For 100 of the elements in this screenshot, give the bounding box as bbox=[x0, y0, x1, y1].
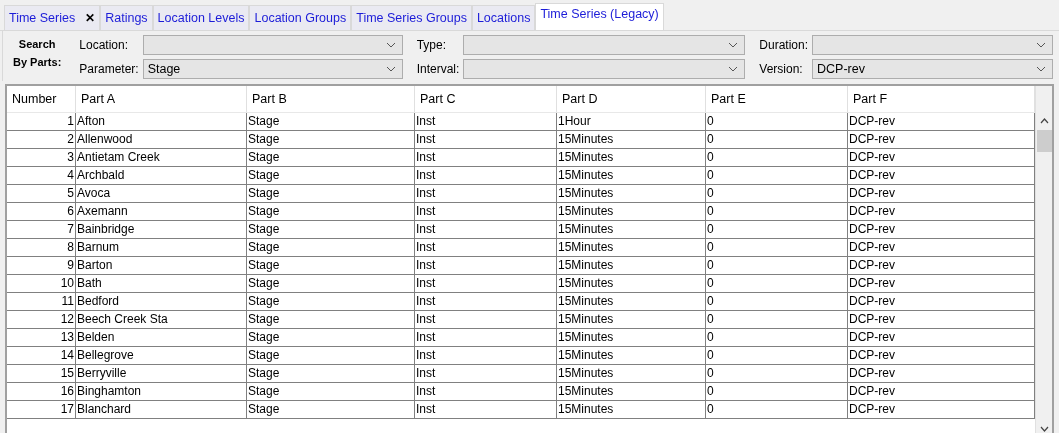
table-cell: 2 bbox=[7, 131, 76, 148]
table-cell: Stage bbox=[247, 131, 415, 148]
table-cell: Archbald bbox=[76, 167, 247, 184]
table-cell: Inst bbox=[415, 365, 557, 382]
column-header[interactable]: Part D bbox=[557, 86, 706, 112]
table-cell: Inst bbox=[415, 311, 557, 328]
chevron-down-icon bbox=[1036, 42, 1046, 49]
table-cell: Stage bbox=[247, 257, 415, 274]
dropdown-field[interactable] bbox=[463, 58, 746, 79]
tab[interactable]: Location Levels bbox=[152, 5, 250, 30]
table-cell: 15Minutes bbox=[557, 365, 706, 382]
field-label: Version: bbox=[758, 61, 804, 76]
table-cell: Stage bbox=[247, 401, 415, 418]
table-cell: Inst bbox=[415, 401, 557, 418]
dropdown-value: DCP-rev bbox=[817, 61, 865, 76]
dropdown-field[interactable] bbox=[812, 35, 1053, 56]
table-cell: 7 bbox=[7, 221, 76, 238]
table-cell: Inst bbox=[415, 293, 557, 310]
table-cell: 14 bbox=[7, 347, 76, 364]
dropdown-field[interactable]: Stage bbox=[142, 58, 403, 79]
chevron-down-icon bbox=[385, 42, 396, 49]
table-cell: 0 bbox=[706, 113, 848, 130]
table-cell: 17 bbox=[7, 401, 76, 418]
column-header[interactable]: Part B bbox=[247, 86, 415, 112]
table-cell: 0 bbox=[706, 149, 848, 166]
table-cell: Inst bbox=[415, 329, 557, 346]
tab[interactable]: Time Series ✕ bbox=[4, 5, 101, 30]
chevron-down-icon bbox=[1036, 65, 1046, 72]
field-label: Type: bbox=[415, 38, 447, 53]
scroll-up-icon[interactable] bbox=[1039, 118, 1049, 124]
table-cell: Avoca bbox=[76, 185, 247, 202]
table-cell: 3 bbox=[7, 149, 76, 166]
table-cell: Inst bbox=[415, 203, 557, 220]
table-cell: 13 bbox=[7, 329, 76, 346]
scrollbar[interactable] bbox=[1035, 86, 1052, 433]
table-cell: 0 bbox=[706, 275, 848, 292]
table-cell: 0 bbox=[706, 293, 848, 310]
tab[interactable]: Time Series Groups bbox=[351, 5, 472, 30]
field-label: Parameter: bbox=[78, 61, 139, 76]
tab[interactable]: Time Series (Legacy) bbox=[535, 3, 664, 30]
table-cell: 15Minutes bbox=[557, 347, 706, 364]
table-cell: Barnum bbox=[76, 239, 247, 256]
chevron-down-icon bbox=[385, 65, 396, 72]
table-cell: Stage bbox=[247, 329, 415, 346]
dropdown-field[interactable] bbox=[463, 35, 746, 56]
table-cell: 0 bbox=[706, 239, 848, 256]
table-cell: Stage bbox=[247, 149, 415, 166]
table-cell: 0 bbox=[706, 365, 848, 382]
table-cell: Stage bbox=[247, 383, 415, 400]
table-cell: Beech Creek Sta bbox=[76, 311, 247, 328]
table-cell: Stage bbox=[247, 239, 415, 256]
table-cell: 5 bbox=[7, 185, 76, 202]
table-cell: Bellegrove bbox=[76, 347, 247, 364]
search-title: Search bbox=[18, 38, 56, 50]
table-cell: Blanchard bbox=[76, 401, 247, 418]
column-header[interactable]: Number bbox=[7, 86, 76, 112]
dropdown-field[interactable] bbox=[142, 35, 403, 56]
table-cell: Bainbridge bbox=[76, 221, 247, 238]
tab[interactable]: Location Groups bbox=[249, 5, 352, 30]
column-header[interactable]: Part C bbox=[415, 86, 557, 112]
scroll-down-icon[interactable] bbox=[1039, 426, 1049, 432]
table-cell: 15Minutes bbox=[557, 131, 706, 148]
tab[interactable]: Locations bbox=[471, 5, 536, 30]
table-cell: 1 bbox=[7, 113, 76, 130]
table-cell: Antietam Creek bbox=[76, 149, 247, 166]
table-cell: 12 bbox=[7, 311, 76, 328]
table-cell: 15Minutes bbox=[557, 293, 706, 310]
table-cell: Inst bbox=[415, 239, 557, 256]
table-cell: 0 bbox=[706, 167, 848, 184]
tab[interactable]: Ratings bbox=[100, 5, 153, 30]
column-header[interactable]: Part A bbox=[76, 86, 247, 112]
table-cell: Stage bbox=[247, 221, 415, 238]
close-icon[interactable]: ✕ bbox=[85, 11, 96, 25]
scrollbar-thumb[interactable] bbox=[1036, 130, 1052, 152]
table-cell: 0 bbox=[706, 257, 848, 274]
table-cell: Stage bbox=[247, 311, 415, 328]
table-cell: Inst bbox=[415, 167, 557, 184]
table-cell: 15Minutes bbox=[557, 167, 706, 184]
table-cell: 15Minutes bbox=[557, 239, 706, 256]
table-cell: 15Minutes bbox=[557, 221, 706, 238]
table-cell: 0 bbox=[706, 347, 848, 364]
table-cell: Afton bbox=[76, 113, 247, 130]
dropdown-field[interactable]: DCP-rev bbox=[812, 58, 1053, 79]
table-cell: 15Minutes bbox=[557, 329, 706, 346]
table-cell: 0 bbox=[706, 185, 848, 202]
table-cell: Berryville bbox=[76, 365, 247, 382]
table-cell: 0 bbox=[706, 383, 848, 400]
table-cell: 9 bbox=[7, 257, 76, 274]
table-cell: Bath bbox=[76, 275, 247, 292]
table-cell: Inst bbox=[415, 383, 557, 400]
column-header[interactable]: Part E bbox=[706, 86, 848, 112]
table-cell: 8 bbox=[7, 239, 76, 256]
chevron-down-icon bbox=[728, 65, 739, 72]
table-cell: 15Minutes bbox=[557, 311, 706, 328]
table-cell: Stage bbox=[247, 365, 415, 382]
field-label: Duration: bbox=[758, 38, 809, 53]
table-cell: Inst bbox=[415, 131, 557, 148]
table-cell: Belden bbox=[76, 329, 247, 346]
table-cell: 0 bbox=[706, 203, 848, 220]
table-cell: 15Minutes bbox=[557, 257, 706, 274]
